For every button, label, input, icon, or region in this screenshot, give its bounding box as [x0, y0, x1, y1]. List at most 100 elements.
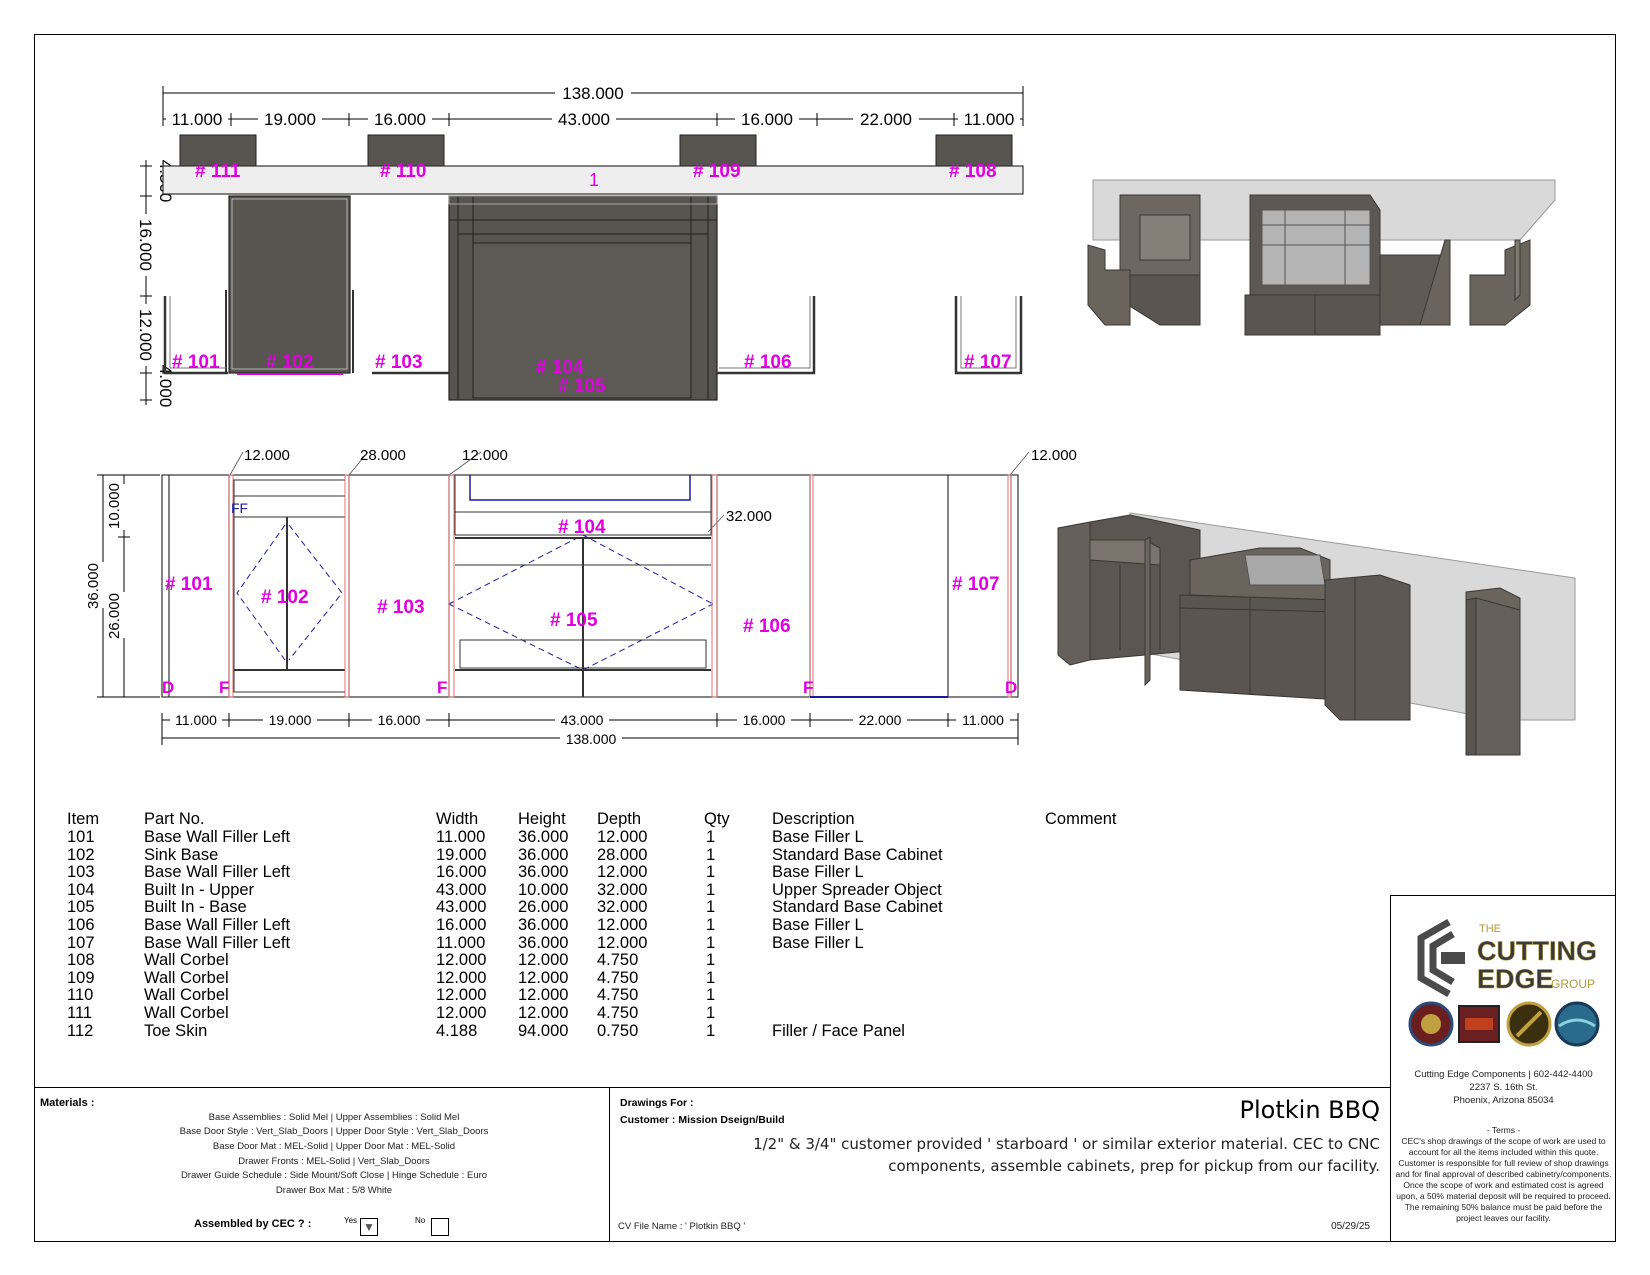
material-line: Drawer Box Mat : 5/8 White	[275, 1185, 393, 1196]
yes-checkbox[interactable]: ▼	[360, 1218, 378, 1236]
table-cell: Base Filler L	[772, 828, 864, 846]
table-cell: Wall Corbel	[144, 986, 229, 1005]
plan-view: 138.000 11.000 19.000 16.000 43.000 16.0…	[136, 84, 1024, 407]
th-comment: Comment	[1045, 810, 1117, 828]
table-cell: 112	[67, 1021, 94, 1040]
table-cell: 1	[706, 1004, 716, 1022]
table-cell: 36.000	[518, 828, 569, 846]
cv-file-name: CV File Name : ' Plotkin BBQ '	[618, 1221, 746, 1232]
company-contact: Cutting Edge Components | 602-442-4400	[1414, 1069, 1593, 1080]
table-cell: 1	[706, 828, 716, 846]
elev-dim-seg-1: 11.000	[175, 712, 217, 728]
table-cell: 102	[67, 845, 95, 864]
elev-depth-1: 12.000	[244, 447, 290, 464]
table-cell: Standard Base Cabinet	[772, 845, 943, 864]
th-description: Description	[772, 810, 855, 828]
plan-label-111: # 111	[195, 161, 241, 182]
table-cell: 105	[67, 898, 95, 917]
elev-side-dim-10: 10.000	[106, 483, 123, 529]
drawing-info-panel: Drawings For : Customer : Mission Dseign…	[610, 1087, 1390, 1242]
table-cell: 43.000	[436, 880, 487, 899]
plan-label-107: # 107	[964, 352, 1012, 373]
table-cell: 36.000	[518, 933, 569, 952]
plan-label-102: # 102	[266, 352, 314, 373]
project-note: 1/2" & 3/4" customer provided ' starboar…	[753, 1135, 1380, 1175]
materials-panel: Materials : Base Assemblies : Solid Mel …	[34, 1087, 610, 1242]
table-cell: 26.000	[518, 898, 569, 917]
table-cell: 106	[67, 916, 95, 934]
material-line: Base Assemblies : Solid Mel | Upper Asse…	[208, 1112, 460, 1123]
table-cell: Base Wall Filler Left	[144, 916, 291, 934]
front-elevation: 12.000 28.000 12.000 12.000 32.000 10.00…	[85, 447, 1077, 747]
table-cell: 1	[706, 845, 716, 864]
table-cell: 1	[706, 951, 716, 970]
plan-dim-seg-6: 22.000	[860, 110, 912, 129]
table-cell: Built In - Upper	[144, 880, 255, 899]
plan-dim-seg-4: 43.000	[558, 110, 610, 129]
elev-label-101: # 101	[165, 574, 213, 595]
table-cell: 11.000	[436, 933, 486, 952]
material-line: Drawer Fronts : MEL-Solid | Vert_Slab_Do…	[238, 1156, 430, 1167]
table-cell: 32.000	[597, 880, 648, 899]
table-cell: 10.000	[518, 880, 569, 899]
company-street: 2237 S. 16th St.	[1469, 1082, 1538, 1093]
table-cell: 32.000	[597, 898, 648, 917]
elev-side-dim-36: 36.000	[85, 563, 102, 609]
th-part-no: Part No.	[144, 810, 205, 828]
elev-label-106: # 106	[743, 616, 791, 637]
no-checkbox[interactable]	[431, 1218, 449, 1236]
table-cell: 104	[67, 880, 95, 899]
table-cell: 1	[706, 968, 716, 987]
table-cell: 36.000	[518, 916, 569, 934]
project-title: Plotkin BBQ	[1239, 1096, 1380, 1124]
elev-overall-dim: 138.000	[566, 731, 617, 747]
table-cell: 12.000	[518, 986, 569, 1005]
plan-label-108: # 108	[949, 161, 997, 182]
table-cell: Base Filler L	[772, 916, 864, 934]
isometric-view-plan-3d	[1087, 179, 1556, 336]
yes-label: Yes	[344, 1216, 358, 1225]
table-cell: 16.000	[436, 916, 487, 934]
elev-dim-seg-2: 19.000	[269, 712, 312, 728]
table-cell: 12.000	[597, 933, 648, 952]
elev-dim-seg-5: 16.000	[743, 712, 786, 728]
table-cell: 12.000	[436, 951, 487, 970]
table-cell: Base Filler L	[772, 863, 864, 882]
table-cell: 1	[706, 880, 716, 899]
table-cell: 12.000	[518, 1004, 569, 1022]
table-cell: 1	[706, 1021, 716, 1040]
elev-label-102: # 102	[261, 587, 309, 608]
plan-label-101: # 101	[172, 352, 220, 373]
table-cell: 16.000	[436, 863, 487, 882]
table-cell: 43.000	[436, 898, 487, 917]
table-cell: Base Wall Filler Left	[144, 828, 291, 846]
table-cell: 4.750	[597, 986, 639, 1005]
elev-depth-3: 12.000	[462, 447, 508, 464]
plan-overall-dim: 138.000	[562, 84, 623, 103]
elev-dim-seg-6: 22.000	[859, 712, 902, 728]
elev-side-dim-26: 26.000	[106, 593, 123, 639]
th-height: Height	[518, 810, 566, 828]
plan-dim-seg-1: 11.000	[172, 110, 223, 129]
elev-depth-4: 12.000	[1031, 447, 1077, 464]
table-cell: 12.000	[518, 968, 569, 987]
table-cell: 4.750	[597, 968, 639, 987]
table-cell: 1	[706, 986, 716, 1005]
table-cell: 11.000	[436, 828, 486, 846]
table-cell: 12.000	[518, 951, 569, 970]
table-cell: Base Wall Filler Left	[144, 933, 291, 952]
table-cell: Built In - Base	[144, 898, 247, 917]
table-cell: 12.000	[597, 828, 648, 846]
table-cell: 110	[67, 986, 94, 1005]
table-cell: Toe Skin	[144, 1021, 208, 1040]
table-cell: 12.000	[436, 968, 487, 987]
table-cell: Wall Corbel	[144, 968, 229, 987]
elev-label-ff: FF	[231, 500, 248, 516]
terms-title: - Terms -	[1486, 1125, 1521, 1135]
material-line: Drawer Guide Schedule : Side Mount/Soft …	[180, 1170, 488, 1181]
drawings-for-label: Drawings For :	[620, 1097, 694, 1109]
plan-label-110: # 110	[380, 161, 427, 182]
table-cell: 107	[67, 933, 95, 952]
table-cell: 4.750	[597, 1004, 639, 1022]
table-cell: Standard Base Cabinet	[772, 898, 943, 917]
